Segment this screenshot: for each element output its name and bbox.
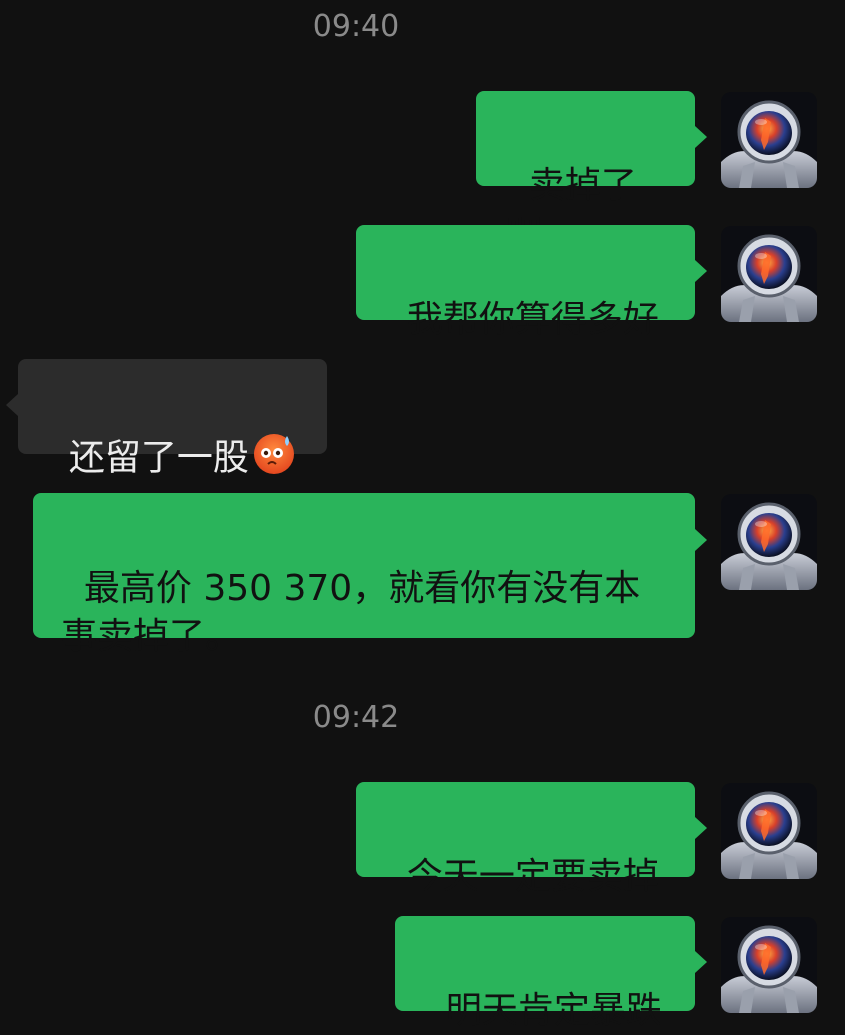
astronaut-avatar-icon bbox=[721, 783, 817, 879]
message-bubble-outgoing[interactable]: 最高价 350 370，就看你有没有本 事卖掉了。 bbox=[33, 493, 695, 657]
astronaut-avatar-icon bbox=[721, 226, 817, 322]
bubble-tail bbox=[6, 394, 18, 416]
message-bubble-outgoing[interactable]: 明天肯定暴跌 bbox=[395, 916, 695, 1031]
astronaut-avatar-icon bbox=[721, 494, 817, 590]
avatar[interactable] bbox=[721, 917, 817, 1013]
bubble-tail bbox=[695, 260, 707, 282]
message-text: 还留了一股 bbox=[68, 437, 249, 479]
anxious-sweat-face-icon bbox=[251, 430, 297, 489]
bubble-tail bbox=[695, 817, 707, 839]
timestamp: 09:40 bbox=[312, 9, 400, 44]
avatar[interactable] bbox=[721, 92, 817, 188]
message-bubble-outgoing[interactable]: 卖掉了吧 bbox=[476, 91, 695, 254]
message-bubble-outgoing[interactable]: 我帮你算得多好 bbox=[356, 225, 695, 340]
bubble-tail bbox=[695, 529, 707, 551]
astronaut-avatar-icon bbox=[721, 917, 817, 1013]
message-bubble-outgoing[interactable]: 今天一定要卖掉 bbox=[356, 782, 695, 897]
message-text: 最高价 350 370，就看你有没有本 事卖掉了。 bbox=[61, 568, 641, 657]
message-text: 明天肯定暴跌 bbox=[445, 990, 662, 1031]
bubble-tail bbox=[695, 126, 707, 148]
message-text: 今天一定要卖掉 bbox=[406, 856, 659, 897]
avatar[interactable] bbox=[721, 494, 817, 590]
message-text: 我帮你算得多好 bbox=[406, 299, 659, 340]
avatar[interactable] bbox=[721, 226, 817, 322]
astronaut-avatar-icon bbox=[721, 92, 817, 188]
bubble-tail bbox=[695, 951, 707, 973]
avatar[interactable] bbox=[721, 783, 817, 879]
message-bubble-incoming[interactable]: 还留了一股 bbox=[18, 359, 327, 479]
timestamp: 09:42 bbox=[312, 700, 400, 735]
